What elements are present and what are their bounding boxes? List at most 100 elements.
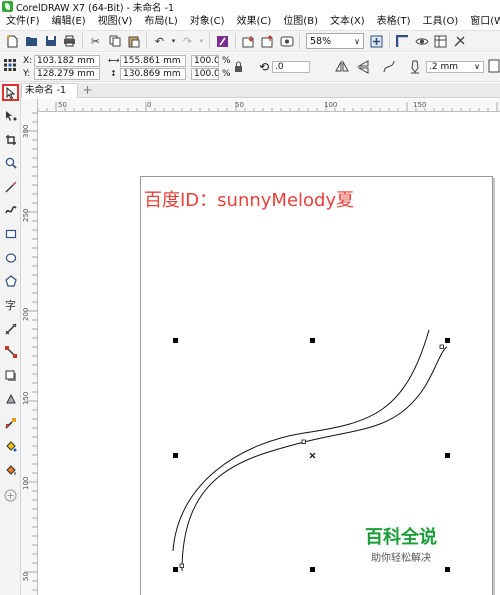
menu-bitmap[interactable]: 位图(B) xyxy=(277,13,324,30)
menu-edit[interactable]: 编辑(E) xyxy=(46,13,92,30)
curve-node[interactable] xyxy=(301,439,306,444)
selection-handle-top[interactable] xyxy=(310,338,315,343)
menu-table[interactable]: 表格(T) xyxy=(371,13,417,30)
horizontal-ruler-label: 50 xyxy=(235,101,244,109)
outline-width-select[interactable]: .2 mm ∨ xyxy=(426,61,484,73)
height-icon: ↕ xyxy=(110,69,117,78)
undo-icon[interactable]: ↶ xyxy=(150,32,169,50)
options-icon[interactable] xyxy=(450,32,469,50)
text-tool-icon[interactable]: 字 xyxy=(2,296,19,313)
curve-options-icon[interactable] xyxy=(383,60,395,76)
menu-text[interactable]: 文本(X) xyxy=(324,13,371,30)
curve-node[interactable] xyxy=(179,563,184,568)
open-folder-icon[interactable] xyxy=(22,32,41,50)
copy-icon[interactable] xyxy=(105,32,124,50)
selection-handle-bottom-left[interactable] xyxy=(173,567,178,572)
scale-y-field[interactable]: 100.0 xyxy=(191,68,219,80)
menu-view[interactable]: 视图(V) xyxy=(92,13,139,30)
property-bar: X: 103.182 mm Y: 128.279 mm ⟷ 155.861 mm… xyxy=(0,53,500,82)
curve-node[interactable] xyxy=(439,344,444,349)
selected-curve-path[interactable] xyxy=(172,329,430,552)
view-options-icon[interactable] xyxy=(412,32,431,50)
object-height-field[interactable]: 130.869 mm xyxy=(120,68,186,80)
shape-tool-icon[interactable] xyxy=(2,107,19,124)
title-bar: CorelDRAW X7 (64-Bit) - 未命名 -1 xyxy=(0,0,500,14)
cut-icon[interactable]: ✂ xyxy=(86,32,105,50)
selection-center-marker[interactable] xyxy=(309,452,316,459)
eyedropper-icon[interactable] xyxy=(2,414,19,431)
menu-tools[interactable]: 工具(O) xyxy=(417,13,465,30)
object-origin-icon[interactable] xyxy=(4,59,16,74)
drop-shadow-icon[interactable] xyxy=(2,367,19,384)
width-icon: ⟷ xyxy=(108,56,120,65)
baike-logo-text: 百科全说 xyxy=(365,527,437,548)
redo-dropdown-icon[interactable]: ▾ xyxy=(197,32,206,50)
artistic-media-icon[interactable] xyxy=(2,201,19,218)
line-start-icon[interactable] xyxy=(488,59,500,76)
horizontal-ruler-label: 0 xyxy=(147,101,151,109)
scale-x-field[interactable]: 100.0 xyxy=(191,55,219,67)
publish-pdf-icon[interactable] xyxy=(277,32,296,50)
polygon-tool-icon[interactable] xyxy=(2,272,19,289)
window-title: CorelDRAW X7 (64-Bit) - 未命名 -1 xyxy=(16,2,175,14)
selection-handle-top-left[interactable] xyxy=(173,338,178,343)
show-rulers-icon[interactable] xyxy=(393,32,412,50)
document-tab[interactable]: 未命名 -1 xyxy=(21,83,78,98)
y-position-field[interactable]: 128.279 mm xyxy=(34,68,100,80)
zoom-tool-icon[interactable] xyxy=(2,154,19,171)
pick-tool-arrow-icon[interactable] xyxy=(2,84,19,101)
crop-tool-icon[interactable] xyxy=(2,131,19,148)
selection-handle-bottom-right[interactable] xyxy=(445,567,450,572)
mirror-vertical-icon[interactable] xyxy=(357,60,370,77)
export-icon[interactable] xyxy=(258,32,277,50)
ellipse-tool-icon[interactable] xyxy=(2,249,19,266)
full-screen-preview-icon[interactable] xyxy=(367,32,386,50)
selection-handle-left[interactable] xyxy=(173,453,178,458)
search-content-icon[interactable] xyxy=(213,32,232,50)
save-icon[interactable] xyxy=(41,32,60,50)
zoom-level-select[interactable]: 58% ∨ xyxy=(306,33,364,49)
coreldraw-app-icon xyxy=(2,1,13,12)
freehand-tool-icon[interactable] xyxy=(2,178,19,195)
undo-dropdown-icon[interactable]: ▾ xyxy=(169,32,178,50)
toolbar-divider xyxy=(209,33,210,49)
smart-fill-icon[interactable] xyxy=(2,461,19,478)
interactive-fill-icon[interactable] xyxy=(2,437,19,454)
import-icon[interactable] xyxy=(239,32,258,50)
toolbar-divider xyxy=(235,33,236,49)
add-tool-icon[interactable] xyxy=(2,487,19,504)
horizontal-ruler[interactable]: 50050100150200 xyxy=(38,99,500,112)
transparency-tool-icon[interactable] xyxy=(2,390,19,407)
drawing-canvas[interactable]: 百度ID：sunnyMelody夏 百科全说 助你轻松解决 xyxy=(38,113,500,595)
add-document-icon[interactable]: + xyxy=(81,84,94,97)
zoom-level-value: 58% xyxy=(310,35,332,47)
x-position-field[interactable]: 103.182 mm xyxy=(34,55,100,67)
vertical-ruler[interactable]: 300 250 200 150 100 50 xyxy=(21,99,38,595)
menu-window[interactable]: 窗口(W) xyxy=(464,13,500,30)
baike-logo-tagline: 助你轻松解决 xyxy=(371,553,431,564)
menu-file[interactable]: 文件(F) xyxy=(0,13,46,30)
new-document-icon[interactable] xyxy=(3,32,22,50)
redo-icon[interactable]: ↷ xyxy=(178,32,197,50)
selection-handle-top-right[interactable] xyxy=(445,338,450,343)
outline-pen-icon[interactable] xyxy=(410,60,420,77)
selection-handle-right[interactable] xyxy=(445,453,450,458)
y-position-label: Y: xyxy=(23,69,31,79)
menu-layout[interactable]: 布局(L) xyxy=(138,13,183,30)
vertical-ruler-label: 250 xyxy=(22,209,30,222)
selection-handle-bottom[interactable] xyxy=(310,567,315,572)
menu-effects[interactable]: 效果(C) xyxy=(231,13,278,30)
connector-tool-icon[interactable] xyxy=(2,343,19,360)
object-width-field[interactable]: 155.861 mm xyxy=(120,55,186,67)
mirror-horizontal-icon[interactable] xyxy=(335,60,349,76)
scale-y-percent: % xyxy=(222,69,231,79)
lock-ratio-icon[interactable] xyxy=(234,60,243,76)
rectangle-tool-icon[interactable] xyxy=(2,225,19,242)
snap-to-icon[interactable] xyxy=(431,32,450,50)
paste-icon[interactable] xyxy=(124,32,143,50)
scale-x-percent: % xyxy=(222,56,231,66)
parallel-dimension-icon[interactable] xyxy=(2,320,19,337)
print-icon[interactable] xyxy=(60,32,79,50)
rotation-angle-field[interactable]: .0 xyxy=(272,61,310,73)
menu-object[interactable]: 对象(C) xyxy=(184,13,231,30)
